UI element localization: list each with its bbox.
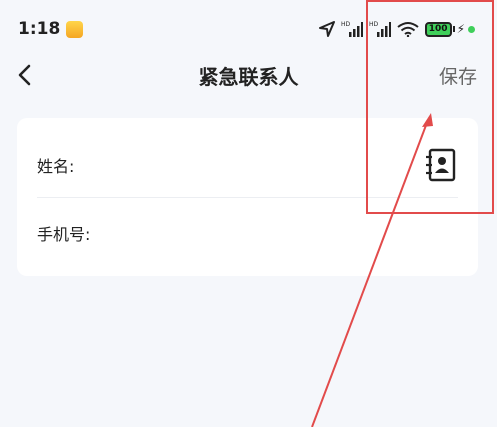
status-right: HD HD 100 ⚡	[318, 20, 475, 38]
chevron-left-icon	[18, 64, 31, 86]
save-button[interactable]: 保存	[439, 62, 477, 89]
privacy-dot	[468, 25, 475, 33]
page-title: 紧急联系人	[198, 65, 299, 89]
cellular-signal-icon-2: HD	[369, 21, 391, 37]
pick-contact-button[interactable]	[422, 147, 458, 183]
network-label-1: HD	[341, 21, 351, 28]
nav-bar: 紧急联系人 保存	[0, 50, 497, 100]
battery-indicator: 100 ⚡	[424, 21, 475, 37]
status-left: 1:18	[18, 19, 84, 39]
name-label: 姓名:	[37, 157, 75, 176]
name-input[interactable]	[80, 145, 422, 185]
phone-label: 手机号:	[37, 225, 91, 244]
phone-input[interactable]	[96, 213, 458, 253]
name-row: 姓名:	[17, 130, 478, 200]
cellular-signal-icon: HD	[341, 21, 363, 37]
battery-level: 100	[424, 21, 452, 37]
contact-form-card: 姓名: 手机号:	[17, 118, 478, 276]
location-arrow-icon	[318, 21, 335, 37]
notes-app-icon	[66, 20, 84, 38]
battery-cap	[452, 26, 455, 32]
phone-row: 手机号:	[17, 198, 478, 268]
bolt-icon: ⚡	[456, 22, 465, 36]
wifi-icon	[397, 22, 419, 37]
address-book-icon	[426, 148, 456, 182]
status-time: 1:18	[18, 19, 61, 39]
back-button[interactable]	[8, 58, 42, 92]
network-label-2: HD	[369, 21, 379, 28]
